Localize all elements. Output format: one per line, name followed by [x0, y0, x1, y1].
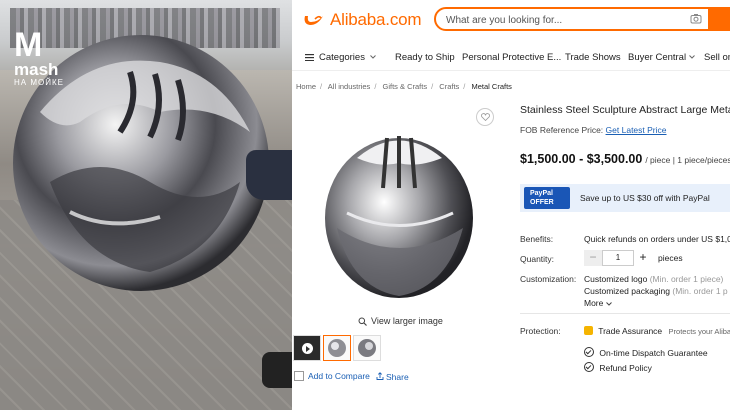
- nav-buyer-central-label: Buyer Central: [628, 51, 687, 63]
- price-label: Price:: [581, 125, 604, 135]
- customization-label: Customization:: [520, 274, 577, 284]
- mash-m-icon: M: [14, 26, 42, 64]
- share-icon: [376, 372, 384, 380]
- add-to-compare[interactable]: Add to Compare: [294, 371, 370, 381]
- quantity-stepper: − 1 + pieces: [584, 250, 683, 266]
- custom-packaging-label: Customized packaging: [584, 286, 670, 296]
- breadcrumb-home[interactable]: Home: [296, 82, 316, 91]
- chevron-down-icon: [370, 55, 376, 59]
- trade-assurance-icon: [584, 326, 593, 335]
- refund-policy-label: Refund Policy: [599, 363, 652, 373]
- mash-subtitle: НА МОЙКЕ: [14, 78, 64, 87]
- more-customization-toggle[interactable]: More: [584, 298, 612, 308]
- compare-checkbox[interactable]: [294, 371, 304, 381]
- price-unit: / piece | 1 piece/pieces: [645, 155, 730, 165]
- product-title: Stainless Steel Sculpture Abstract Large…: [520, 104, 730, 116]
- product-main-image[interactable]: [317, 118, 482, 308]
- section-divider: [520, 313, 730, 314]
- thumbnail-strip: [293, 335, 381, 361]
- nav-sell-on[interactable]: Sell on: [704, 52, 730, 63]
- breadcrumb-all-industries[interactable]: All industries: [328, 82, 371, 91]
- heart-icon: [480, 113, 490, 121]
- add-to-compare-label: Add to Compare: [308, 371, 370, 381]
- get-latest-price-link[interactable]: Get Latest Price: [606, 125, 667, 135]
- nav-buyer-central[interactable]: Buyer Central: [628, 52, 695, 63]
- custom-packaging-min-order: (Min. order 1 p: [672, 286, 728, 296]
- alibaba-product-page: Alibaba.com Categories Ready to Ship Per…: [292, 0, 730, 410]
- check-circle-icon: [584, 362, 594, 372]
- trade-assurance[interactable]: Trade Assurance Protects your Aliba: [584, 326, 730, 336]
- paypal-offer-badge: PayPal OFFER: [524, 187, 570, 209]
- paypal-badge-title: PayPal: [530, 190, 553, 197]
- custom-packaging-option: Customized packaging (Min. order 1 p: [584, 286, 728, 296]
- share-link[interactable]: Share: [376, 372, 409, 382]
- alibaba-smile-icon: [304, 15, 323, 25]
- quantity-decrement-button[interactable]: −: [584, 250, 602, 266]
- benefits-label: Benefits:: [520, 234, 554, 244]
- custom-logo-option: Customized logo (Min. order 1 piece): [584, 274, 723, 284]
- search-input[interactable]: [444, 9, 688, 31]
- trade-assurance-label: Trade Assurance: [598, 326, 663, 336]
- quantity-input[interactable]: 1: [602, 250, 634, 266]
- search-button[interactable]: [708, 7, 730, 31]
- visitor-arm: [246, 150, 292, 200]
- play-icon: [302, 343, 313, 354]
- quantity-label: Quantity:: [520, 254, 555, 264]
- breadcrumb-gifts-crafts[interactable]: Gifts & Crafts: [383, 82, 428, 91]
- sculpture-photo: M mash НА МОЙКЕ: [0, 0, 292, 410]
- favorite-button[interactable]: [476, 108, 494, 126]
- nav-trade-shows[interactable]: Trade Shows: [565, 52, 621, 63]
- quantity-increment-button[interactable]: +: [634, 250, 652, 266]
- ontime-dispatch: On-time Dispatch Guarantee: [584, 347, 708, 358]
- view-larger-image-link[interactable]: View larger image: [358, 316, 443, 326]
- mash-brand: mash: [14, 60, 59, 79]
- thumbnail-sphere-image: [358, 339, 376, 357]
- nav-personal-protective[interactable]: Personal Protective E...: [462, 52, 561, 63]
- alibaba-logo[interactable]: Alibaba.com: [302, 10, 422, 30]
- alibaba-logo-text: Alibaba.com: [330, 10, 422, 29]
- breadcrumb: Home / All industries / Gifts & Crafts / Cr…: [296, 82, 512, 91]
- breadcrumb-crafts[interactable]: Crafts: [439, 82, 459, 91]
- paypal-offer-banner[interactable]: PayPal OFFER Save up to US $30 off with …: [520, 184, 730, 212]
- more-label: More: [584, 298, 604, 308]
- ontime-dispatch-label: On-time Dispatch Guarantee: [599, 348, 708, 358]
- custom-logo-min-order: (Min. order 1 piece): [649, 274, 724, 284]
- benefits-value: Quick refunds on orders under US $1,0: [584, 234, 730, 244]
- thumbnail-sphere-image: [328, 339, 346, 357]
- video-thumbnail[interactable]: [293, 335, 321, 361]
- check-circle-icon: [584, 347, 594, 357]
- quantity-unit: pieces: [658, 253, 683, 263]
- magnifier-icon: [358, 317, 367, 326]
- search-bar: [434, 7, 730, 31]
- paypal-offer-text: Save up to US $30 off with PayPal: [580, 193, 710, 203]
- share-label: Share: [386, 372, 409, 382]
- fob-price-line: FOB Reference Price: Get Latest Price: [520, 125, 667, 135]
- protection-label: Protection:: [520, 326, 561, 336]
- price-range: $1,500.00 - $3,500.00: [520, 152, 643, 166]
- price-row: $1,500.00 - $3,500.00 / piece | 1 piece/…: [520, 152, 730, 166]
- categories-label: Categories: [319, 51, 365, 63]
- mash-watermark: M mash НА МОЙКЕ: [14, 26, 64, 88]
- breadcrumb-metal-crafts[interactable]: Metal Crafts: [471, 82, 511, 91]
- thumbnail-2[interactable]: [353, 335, 381, 361]
- paypal-badge-subtitle: OFFER: [530, 199, 554, 206]
- fob-label: FOB Reference: [520, 125, 580, 135]
- categories-menu[interactable]: Categories: [305, 52, 376, 63]
- menu-icon: [305, 53, 314, 61]
- chevron-down-icon: [689, 55, 695, 59]
- visitor-shoe: [262, 352, 292, 388]
- camera-icon[interactable]: [690, 13, 702, 24]
- refund-policy: Refund Policy: [584, 362, 652, 373]
- thumbnail-1[interactable]: [323, 335, 351, 361]
- top-nav: Categories Ready to Ship Personal Protec…: [292, 44, 730, 71]
- nav-ready-to-ship[interactable]: Ready to Ship: [395, 52, 455, 63]
- chevron-down-icon: [605, 302, 612, 306]
- view-larger-label: View larger image: [371, 316, 443, 326]
- custom-logo-label: Customized logo: [584, 274, 648, 284]
- trade-assurance-note: Protects your Aliba: [668, 327, 730, 336]
